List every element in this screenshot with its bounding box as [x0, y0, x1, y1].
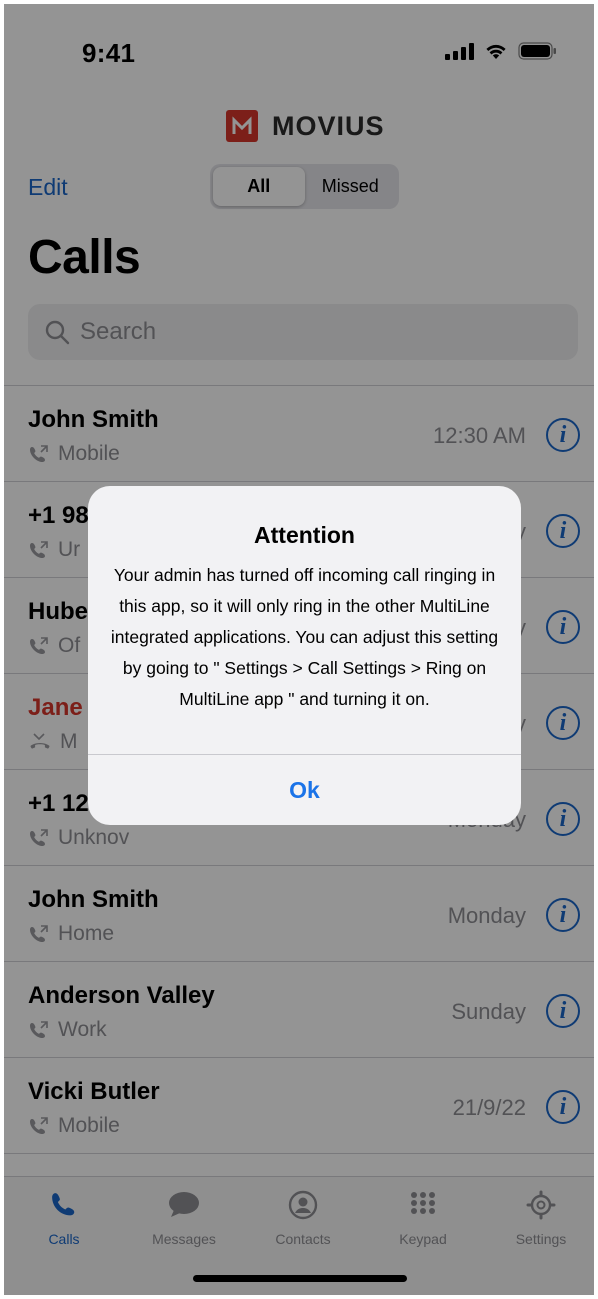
phone-screen: 9:41 MOVIUS Edit All Missed Calls Search…: [4, 4, 594, 1295]
alert-title: Attention: [254, 522, 355, 548]
alert-message: Your admin has turned off incoming call …: [110, 565, 499, 709]
ok-button[interactable]: Ok: [88, 755, 521, 825]
attention-alert-dialog: Attention Your admin has turned off inco…: [88, 486, 521, 825]
